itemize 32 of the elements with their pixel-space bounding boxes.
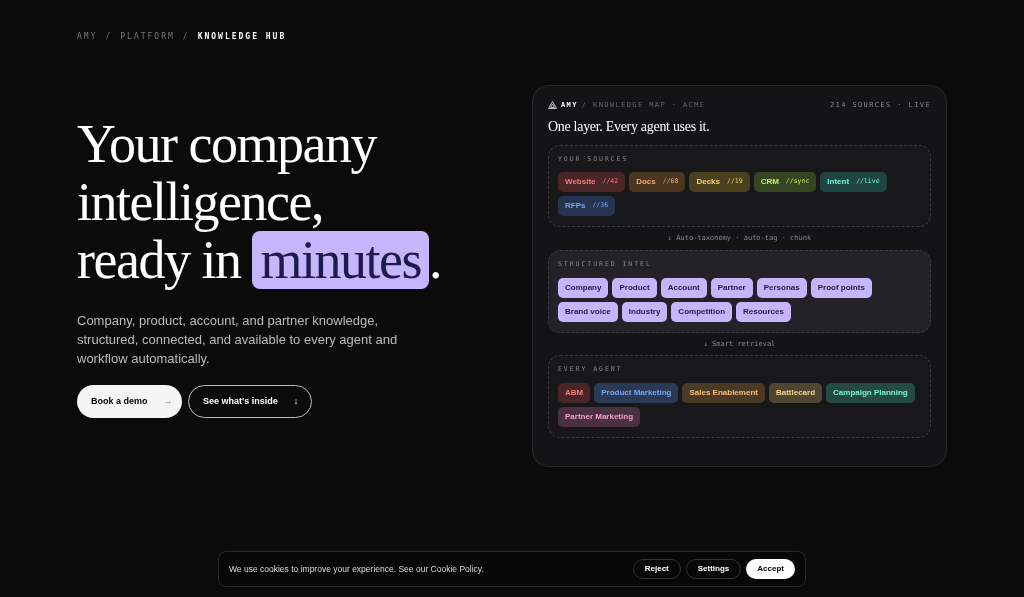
breadcrumb-item[interactable]: PLATFORM	[120, 31, 175, 43]
cookie-text: We use cookies to improve your experience. See our Cookie Policy.	[229, 562, 484, 576]
breadcrumb-separator: /	[182, 31, 190, 43]
tag: Partner Marketing	[558, 406, 641, 427]
breadcrumb-item[interactable]: KNOWLEDGE HUB	[197, 31, 287, 43]
tag: Brand voice	[558, 301, 618, 322]
hero-title: Your company	[77, 115, 378, 173]
tag: Company	[558, 277, 609, 298]
card-title: One layer. Every agent uses it.	[548, 117, 711, 136]
tag: Competition	[671, 301, 733, 322]
tag: Personas	[756, 277, 807, 298]
tag: Industry	[621, 301, 668, 322]
breadcrumb-separator: /	[105, 31, 113, 43]
hero-title: ready in	[77, 231, 241, 289]
tag: Product Marketing	[594, 382, 679, 403]
hero-title: .	[428, 231, 441, 289]
hero-description: Company, product, account, and partner knowledge, structured, connected, and available to every agent and workflow automatically.	[77, 312, 399, 368]
highlighted-word: minutes	[252, 231, 429, 289]
tag: Partner	[710, 277, 753, 298]
hero-title: intelligence,	[77, 173, 323, 231]
cookie-button[interactable]: Accept	[746, 559, 795, 579]
tag: Campaign Planning	[826, 382, 915, 403]
tag: ABM	[558, 382, 591, 403]
tag: Resources	[736, 301, 791, 322]
tag: Proof points	[810, 277, 872, 298]
triangle-logo-icon	[548, 101, 557, 110]
tag: Product	[612, 277, 657, 298]
demo-button[interactable]: Book a demo →	[77, 385, 182, 418]
breadcrumb-item[interactable]: AMY	[77, 31, 98, 43]
tag: Account	[660, 277, 707, 298]
tag: Battlecard	[768, 382, 823, 403]
tag: Sales Enablement	[682, 382, 765, 403]
